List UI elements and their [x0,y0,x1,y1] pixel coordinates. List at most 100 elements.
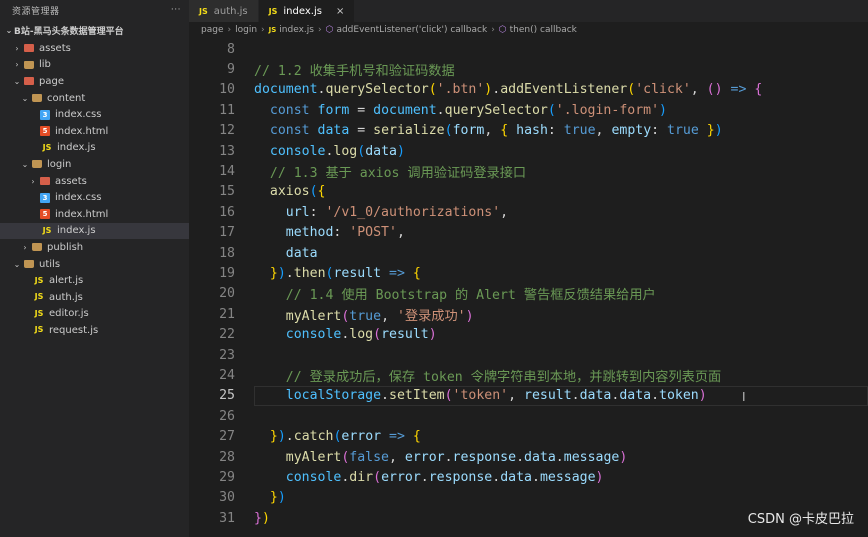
tree-item[interactable]: › assets [0,173,189,190]
code-line[interactable]: 27 }).catch(error => { [189,427,868,447]
chevron-right-icon: › [15,43,19,53]
code-token: error [381,470,421,486]
code-line[interactable]: 14 // 1.3 基于 axios 调用验证码登录接口 [189,161,868,181]
tree-item[interactable]: ›3index.css [0,189,189,206]
css-file-icon: 3 [40,109,50,120]
code-line[interactable]: 22 console.log(result) [189,325,868,345]
code-token: data [619,388,652,404]
code-text: }).then(result => { [254,266,421,281]
html-file-icon: 5 [40,209,50,220]
code-line[interactable]: 25 localStorage.setItem('token', result.… [189,386,868,406]
tree-item-label: lib [39,59,51,71]
code-line[interactable]: 10 document.querySelector('.btn').addEven… [189,80,868,100]
tree-item[interactable]: ⌄ login [0,156,189,173]
code-line[interactable]: 28 myAlert(false, error.response.data.me… [189,447,868,467]
code-line[interactable]: 13 console.log(data) [189,141,868,161]
tree-item[interactable]: ›JSrequest.js [0,322,189,339]
code-token: // 登录成功后，保存 token 令牌字符串到本地，并跳转到内容列表页面 [285,370,722,386]
tree-item[interactable]: ⌄ content [0,90,189,107]
line-number: 23 [219,347,235,363]
code-token: : [309,204,326,220]
code-line[interactable]: 21 myAlert(true, '登录成功') [189,304,868,324]
code-line[interactable]: 24 // 登录成功后，保存 token 令牌字符串到本地，并跳转到内容列表页面 [189,365,868,385]
tree-item[interactable]: ›3index.css [0,106,189,123]
code-token: { [500,123,509,139]
tree-item[interactable]: ›JSindex.js [0,140,189,157]
code-line[interactable]: 9 // 1.2 收集手机号和验证码数据 [189,59,868,79]
tree-item-label: utils [39,258,61,270]
code-line[interactable]: 16 url: '/v1_0/authorizations', [189,202,868,222]
code-token: . [531,470,540,486]
line-number: 13 [219,143,235,159]
code-line[interactable]: 15 axios({ [189,182,868,202]
code-token: () [706,82,723,98]
tree-item-label: request.js [49,324,99,336]
close-icon[interactable]: × [336,6,344,17]
chevron-down-icon: ⌄ [21,159,29,169]
code-line[interactable]: 8 [189,39,868,59]
css-file-icon: 3 [40,192,50,203]
tree-item[interactable]: › lib [0,57,189,74]
code-line[interactable]: 29 console.dir(error.response.data.messa… [189,467,868,487]
breadcrumb-item[interactable]: login [235,25,257,35]
code-token: . [555,449,564,465]
code-token: catch [293,429,334,445]
code-token: response [452,449,517,465]
line-number: 8 [227,41,235,57]
code-token: addEventListener [500,82,628,98]
line-number: 28 [219,449,235,465]
code-token: , [508,388,524,404]
code-token: false [349,449,389,465]
js-file-icon: JS [199,6,208,16]
tree-item[interactable]: › assets [0,40,189,57]
tree-item[interactable]: ›5index.html [0,123,189,140]
tree-item[interactable]: › publish [0,239,189,256]
explorer-title: 资源管理器 [12,6,60,17]
tree-item[interactable]: ›JSeditor.js [0,306,189,323]
code-token: axios [269,184,310,200]
tree-item[interactable]: ⌄ utils [0,256,189,273]
breadcrumb-item[interactable]: then() callback [510,25,577,35]
tree-item[interactable]: ›5index.html [0,206,189,223]
code-line[interactable]: 30 }) [189,488,868,508]
code-token: '.btn' [436,82,485,98]
breadcrumb-item[interactable]: index.js [279,25,314,35]
code-token: , [500,204,509,220]
tree-item[interactable]: ›JSindex.js [0,222,189,240]
code-token: querySelector [444,102,548,118]
code-line[interactable]: 20 // 1.4 使用 Bootstrap 的 Alert 警告框反馈结果给用… [189,284,868,304]
breadcrumb-item[interactable]: addEventListener('click') callback [336,25,487,35]
code-token: , [396,225,405,241]
code-line[interactable]: 11 const form = document.querySelector('… [189,100,868,120]
code-line[interactable]: 23 [189,345,868,365]
tab-index-js[interactable]: JS index.js × [258,0,356,22]
code-token: . [651,388,660,404]
code-token: => [722,82,747,98]
breadcrumb-item[interactable]: page [201,25,223,35]
code-text: method: 'POST', [254,225,405,240]
code-token: : [547,123,564,139]
line-number: 30 [219,490,235,506]
code-line[interactable]: 12 const data = serialize(form, { hash: … [189,121,868,141]
code-token: , [381,308,397,324]
tab-auth-js[interactable]: JS auth.js [189,0,259,22]
tree-item[interactable]: ⌄ page [0,73,189,90]
code-token: true [563,123,596,139]
code-line[interactable]: 26 [189,406,868,426]
code-line[interactable]: 18 data [189,243,868,263]
tree-item[interactable]: ›JSalert.js [0,272,189,289]
code-line[interactable]: 19 }).then(result => { [189,263,868,283]
code-text: console.log(data) [254,144,405,159]
code-token: , [484,123,501,139]
more-actions-icon[interactable]: ··· [171,5,181,15]
code-line[interactable]: 17 method: 'POST', [189,223,868,243]
chevron-right-icon: › [227,25,232,35]
tree-item[interactable]: ›JSauth.js [0,289,189,306]
code-token: ) [595,470,604,486]
workspace-root[interactable]: ⌄ B站-黑马头条数据管理平台 [0,20,189,40]
code-editor[interactable]: I 8 9// 1.2 收集手机号和验证码数据 10 document.querySe… [189,38,868,537]
code-token: ) [277,266,286,282]
